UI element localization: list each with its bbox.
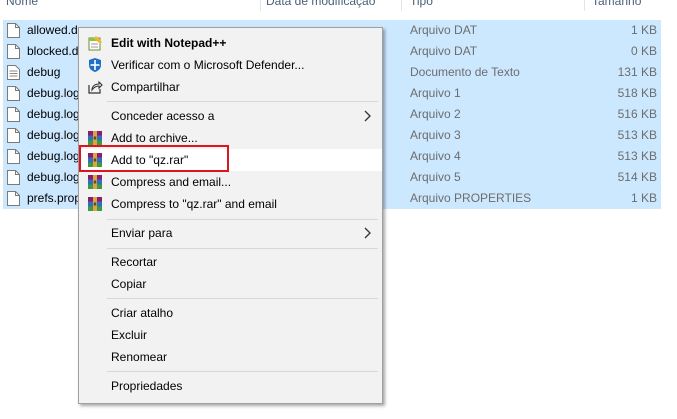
highlight-box: [79, 145, 229, 172]
column-separator[interactable]: [401, 0, 402, 11]
menu-label: Verificar com o Microsoft Defender...: [111, 58, 305, 72]
menu-item-share[interactable]: Compartilhar: [79, 76, 382, 98]
file-icon: [7, 107, 20, 122]
menu-label: Propriedades: [111, 379, 183, 393]
file-icon: [7, 23, 20, 38]
file-icon: [7, 170, 20, 185]
file-type: Arquivo DAT: [410, 44, 478, 58]
file-type: Arquivo 3: [410, 128, 461, 142]
file-size: 1 KB: [630, 23, 657, 37]
file-type: Arquivo 2: [410, 107, 461, 121]
file-icon: [7, 86, 20, 101]
menu-label: Conceder acesso a: [111, 109, 215, 123]
file-name: debug.log.4: [27, 149, 81, 163]
menu-label: Compress and email...: [111, 175, 232, 189]
menu-label: Compress to "qz.rar" and email: [111, 197, 277, 211]
menu-item-send-to[interactable]: Enviar para: [79, 222, 382, 244]
menu-separator: [107, 371, 378, 372]
file-name: blocked.dat: [27, 44, 81, 58]
menu-label: Excluir: [111, 328, 148, 342]
file-icon: [7, 128, 20, 143]
menu-item-compress-qz-email[interactable]: Compress to "qz.rar" and email: [79, 193, 382, 215]
file-type: Arquivo PROPERTIES: [410, 191, 532, 205]
file-size: 0 KB: [630, 44, 657, 58]
chevron-right-icon: [364, 110, 371, 122]
file-name: prefs.properties: [27, 191, 81, 205]
file-size: 514 KB: [617, 170, 657, 184]
menu-label: Compartilhar: [111, 80, 180, 94]
column-name[interactable]: Nome: [6, 0, 38, 11]
menu-item-rename[interactable]: Renomear: [79, 346, 382, 368]
context-menu: Edit with Notepad++ Verificar com o Micr…: [78, 27, 383, 404]
menu-separator: [107, 298, 378, 299]
menu-item-delete[interactable]: Excluir: [79, 324, 382, 346]
winrar-icon: [88, 131, 102, 145]
file-size: 513 KB: [617, 149, 657, 163]
menu-separator: [107, 101, 378, 102]
file-type: Arquivo 1: [410, 86, 461, 100]
menu-item-cut[interactable]: Recortar: [79, 251, 382, 273]
column-modified[interactable]: Data de modificação: [266, 0, 375, 11]
menu-separator: [107, 248, 378, 249]
menu-item-properties[interactable]: Propriedades: [79, 375, 382, 397]
menu-label: Copiar: [111, 277, 147, 291]
menu-label: Recortar: [111, 255, 158, 269]
file-size: 1 KB: [630, 191, 657, 205]
file-icon: [7, 191, 20, 206]
file-icon: [7, 44, 20, 59]
file-icon: [7, 149, 20, 164]
chevron-right-icon: [364, 227, 371, 239]
winrar-icon: [88, 175, 102, 189]
column-type[interactable]: Tipo: [410, 0, 433, 11]
menu-item-edit-notepad[interactable]: Edit with Notepad++: [79, 32, 382, 54]
menu-item-defender[interactable]: Verificar com o Microsoft Defender...: [79, 54, 382, 76]
menu-separator: [107, 219, 378, 220]
file-size: 518 KB: [617, 86, 657, 100]
file-name: debug.log.2: [27, 107, 81, 121]
file-name: debug.log.3: [27, 128, 81, 142]
defender-shield-icon: [89, 58, 101, 72]
menu-label: Edit with Notepad++: [111, 36, 227, 50]
menu-label: Enviar para: [111, 226, 173, 240]
column-separator[interactable]: [584, 0, 585, 11]
menu-label: Renomear: [111, 350, 168, 364]
file-size: 516 KB: [617, 107, 657, 121]
share-icon: [88, 80, 103, 94]
file-name: allowed.dat: [27, 23, 81, 37]
file-name: debug.log.1: [27, 86, 81, 100]
file-name: debug: [27, 65, 61, 79]
column-header: Nome Data de modificação Tipo Tamanho: [0, 0, 677, 11]
notepad-plus-icon: [88, 36, 102, 51]
file-size: 513 KB: [617, 128, 657, 142]
file-type: Arquivo 4: [410, 149, 461, 163]
text-file-icon: [7, 65, 20, 80]
file-type: Arquivo 5: [410, 170, 461, 184]
file-type: Documento de Texto: [410, 65, 520, 79]
menu-item-grant-access[interactable]: Conceder acesso a: [79, 105, 382, 127]
menu-item-create-shortcut[interactable]: Criar atalho: [79, 302, 382, 324]
menu-item-copy[interactable]: Copiar: [79, 273, 382, 295]
file-name: debug.log.5: [27, 170, 81, 184]
file-type: Arquivo DAT: [410, 23, 478, 37]
menu-item-compress-email[interactable]: Compress and email...: [79, 171, 382, 193]
column-separator[interactable]: [260, 0, 261, 11]
file-size: 131 KB: [617, 65, 657, 79]
menu-label: Criar atalho: [111, 306, 174, 320]
column-size[interactable]: Tamanho: [592, 0, 641, 11]
winrar-icon: [88, 197, 102, 211]
